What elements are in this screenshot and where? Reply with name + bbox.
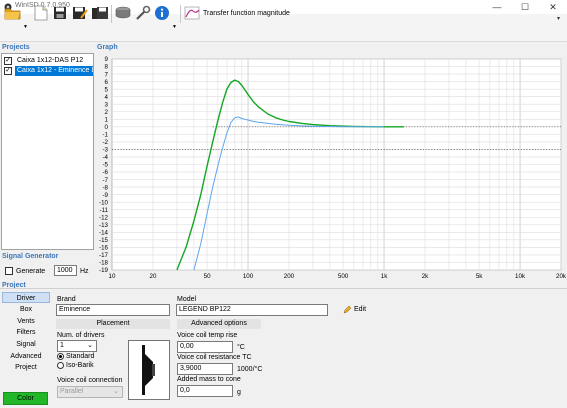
placement-isobarik-radio[interactable]: Iso-Barik bbox=[57, 362, 94, 369]
y-tick-label: -3 bbox=[102, 147, 108, 154]
y-tick-label: -16 bbox=[99, 245, 109, 252]
y-tick-label: -7 bbox=[102, 177, 108, 184]
tab-box[interactable]: Box bbox=[2, 304, 50, 315]
y-tick-label: 3 bbox=[105, 101, 109, 108]
y-tick-label: -2 bbox=[102, 139, 108, 146]
placement-isobarik-label: Iso-Barik bbox=[66, 362, 94, 369]
x-tick-label: 200 bbox=[284, 273, 295, 280]
y-tick-label: 6 bbox=[105, 79, 109, 86]
x-tick-label: 5k bbox=[476, 273, 483, 280]
num-drivers-select[interactable]: 1 ⌄ bbox=[57, 340, 97, 352]
chevron-down-icon: ⌄ bbox=[113, 388, 119, 395]
color-button[interactable]: Color bbox=[3, 392, 48, 405]
y-tick-label: -6 bbox=[102, 169, 108, 176]
x-tick-label: 50 bbox=[204, 273, 211, 280]
y-tick-label: 7 bbox=[105, 71, 109, 78]
brand-field[interactable]: Eminence bbox=[56, 304, 170, 316]
num-drivers-value: 1 bbox=[60, 342, 64, 349]
y-tick-label: 1 bbox=[105, 116, 109, 123]
y-tick-label: -12 bbox=[99, 214, 109, 221]
brand-label: Brand bbox=[57, 296, 76, 303]
tab-signal[interactable]: Signal bbox=[2, 339, 50, 350]
y-tick-label: 4 bbox=[105, 94, 109, 101]
voice-coil-connection-label: Voice coil connection bbox=[57, 377, 123, 384]
chevron-down-icon: ⌄ bbox=[87, 342, 93, 349]
tab-driver[interactable]: Driver bbox=[2, 292, 50, 303]
radio-selected-icon bbox=[57, 353, 64, 360]
tab-vents[interactable]: Vents bbox=[2, 316, 50, 327]
x-tick-label: 10 bbox=[109, 273, 116, 280]
resistance-tc-field[interactable]: 3,9000 bbox=[177, 363, 233, 375]
y-tick-label: -18 bbox=[99, 260, 109, 267]
placement-standard-radio[interactable]: Standard bbox=[57, 353, 94, 360]
x-tick-label: 10k bbox=[515, 273, 526, 280]
temp-rise-unit: °C bbox=[237, 344, 245, 351]
num-drivers-label: Num. of drivers bbox=[57, 332, 105, 339]
radio-unselected-icon bbox=[57, 362, 64, 369]
added-mass-unit: g bbox=[237, 389, 241, 396]
pencil-icon bbox=[343, 305, 352, 314]
model-label: Model bbox=[177, 296, 197, 303]
y-tick-label: 5 bbox=[105, 86, 109, 93]
added-mass-label: Added mass to cone bbox=[177, 376, 241, 383]
x-tick-label: 500 bbox=[338, 273, 349, 280]
y-tick-label: 2 bbox=[105, 109, 109, 116]
temp-rise-label: Voice coil temp rise bbox=[177, 332, 238, 339]
x-tick-label: 20 bbox=[150, 273, 157, 280]
y-tick-label: -15 bbox=[99, 237, 109, 244]
y-tick-label: 9 bbox=[105, 56, 109, 63]
y-tick-label: 0 bbox=[105, 124, 109, 131]
voice-coil-connection-select: Parallel ⌄ bbox=[57, 386, 123, 398]
y-tick-label: -4 bbox=[102, 154, 108, 161]
y-tick-label: -17 bbox=[99, 252, 109, 259]
tab-advanced[interactable]: Advanced bbox=[2, 351, 50, 362]
y-tick-label: -11 bbox=[100, 207, 109, 214]
y-tick-label: -19 bbox=[99, 267, 109, 274]
resistance-tc-label: Voice coil resistance TC bbox=[177, 354, 252, 361]
x-tick-label: 100 bbox=[243, 273, 254, 280]
added-mass-field[interactable]: 0,0 bbox=[177, 385, 233, 397]
y-tick-label: -10 bbox=[99, 199, 109, 206]
placement-header: Placement bbox=[56, 319, 170, 329]
y-tick-label: -8 bbox=[102, 184, 108, 191]
y-tick-label: -1 bbox=[102, 132, 108, 139]
tab-project[interactable]: Project bbox=[2, 362, 50, 373]
placement-standard-label: Standard bbox=[66, 353, 95, 360]
x-tick-label: 20k bbox=[556, 273, 567, 280]
resistance-tc-unit: 1000/°C bbox=[237, 366, 263, 373]
y-tick-label: 8 bbox=[105, 64, 109, 71]
edit-label: Edit bbox=[354, 306, 367, 313]
tab-filters[interactable]: Filters bbox=[2, 327, 50, 338]
y-tick-label: -14 bbox=[99, 230, 109, 237]
model-field[interactable]: LEGEND BP122 bbox=[176, 304, 328, 316]
driver-placement-diagram-icon bbox=[128, 340, 170, 400]
y-tick-label: -9 bbox=[102, 192, 108, 199]
x-tick-label: 1k bbox=[381, 273, 388, 280]
temp-rise-field[interactable]: 0,00 bbox=[177, 341, 233, 353]
y-tick-label: -13 bbox=[99, 222, 109, 229]
edit-button[interactable]: Edit bbox=[343, 305, 366, 314]
x-tick-label: 2k bbox=[422, 273, 429, 280]
voice-coil-connection-value: Parallel bbox=[60, 388, 84, 395]
y-tick-label: -5 bbox=[102, 162, 108, 169]
advanced-options-header: Advanced options bbox=[177, 319, 261, 329]
graph[interactable]: 9876543210-1-2-3-4-5-6-7-8-9-10-11-12-13… bbox=[0, 0, 567, 290]
